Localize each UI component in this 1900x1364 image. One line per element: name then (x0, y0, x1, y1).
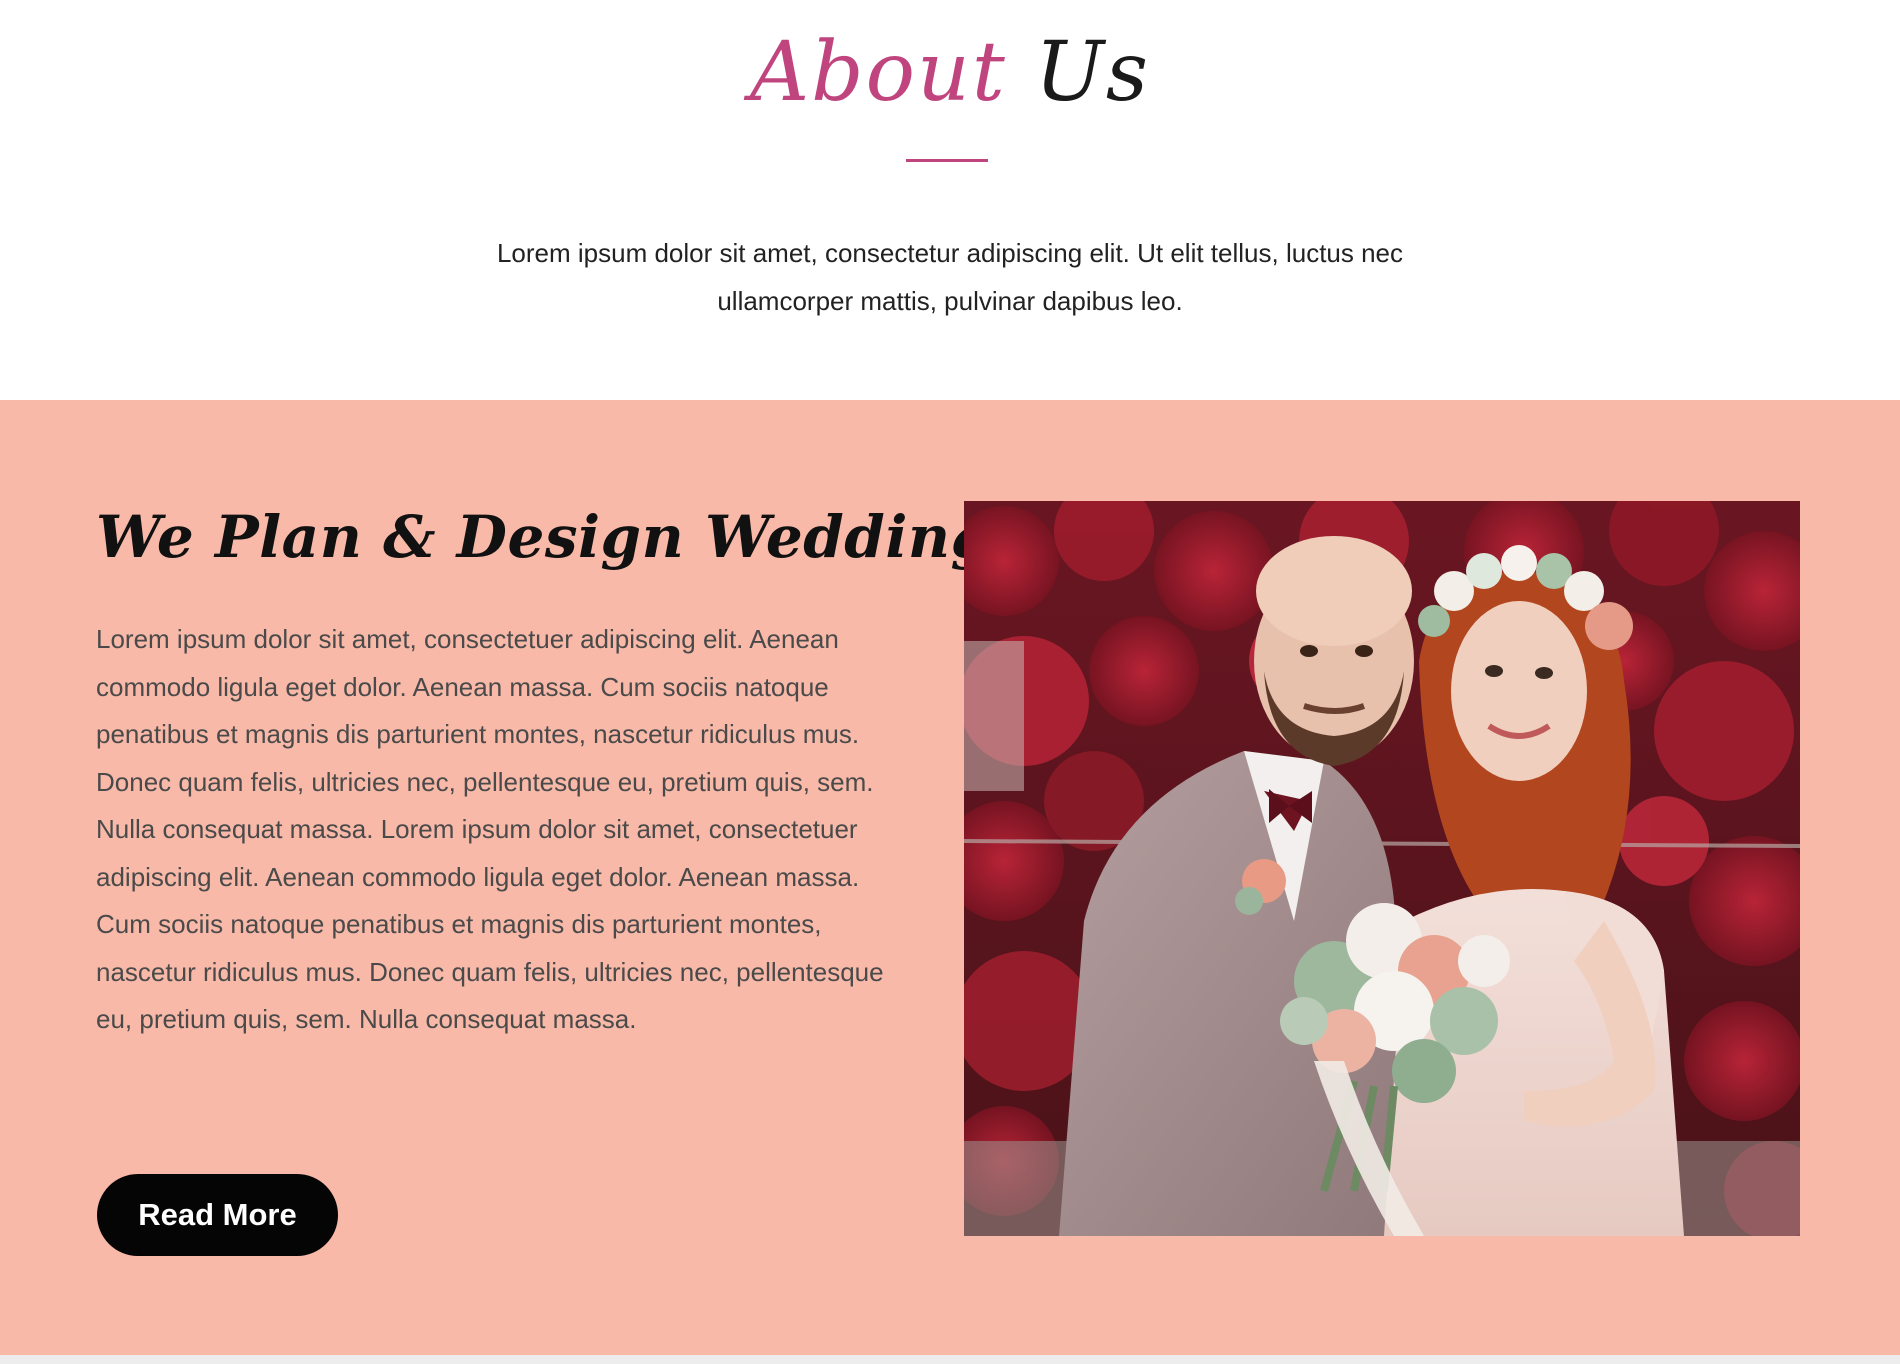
feature-body-text: Lorem ipsum dolor sit amet, consectetuer… (96, 624, 884, 1034)
about-intro-text: Lorem ipsum dolor sit amet, consectetur … (450, 229, 1450, 325)
feature-heading: We Plan & Design Weddings (96, 503, 1025, 571)
about-title-word-2: Us (1034, 25, 1151, 120)
about-section: About Us Lorem ipsum dolor sit amet, cons… (0, 0, 1900, 400)
title-divider (906, 159, 988, 162)
wedding-photo-illustration (964, 501, 1800, 1236)
wedding-couple-photo (964, 501, 1800, 1236)
about-title-word-1: About (749, 25, 1007, 120)
page: About Us Lorem ipsum dolor sit amet, cons… (0, 0, 1900, 1364)
bottom-divider (0, 1355, 1900, 1364)
about-intro-line-2: ullamcorper mattis, pulvinar dapibus leo… (717, 286, 1183, 316)
read-more-button[interactable]: Read More (97, 1174, 338, 1256)
about-intro-line-1: Lorem ipsum dolor sit amet, consectetur … (496, 238, 1404, 268)
feature-section: We Plan & Design Weddings Lorem ipsum do… (0, 400, 1900, 1355)
about-title: About Us (0, 8, 1900, 138)
